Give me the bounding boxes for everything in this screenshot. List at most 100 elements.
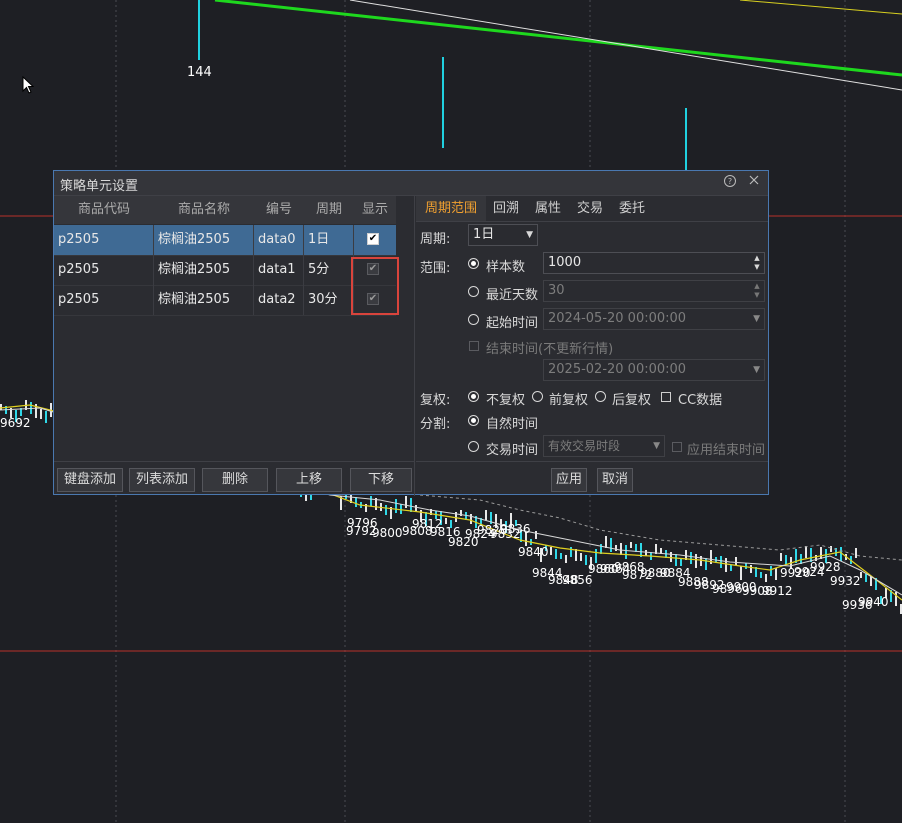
candle <box>45 411 47 423</box>
column-header-period[interactable]: 周期 <box>304 196 354 224</box>
tab-properties[interactable]: 属性 <box>528 196 568 221</box>
no-adjust-radio[interactable] <box>468 391 479 402</box>
tab-backtrack[interactable]: 回溯 <box>486 196 526 221</box>
candle <box>615 545 617 551</box>
keyboard-add-button[interactable]: 键盘添加 <box>57 468 123 492</box>
candle <box>775 568 777 580</box>
recent-days-label: 最近天数 <box>486 288 539 303</box>
cc-data-label: CC数据 <box>678 393 723 408</box>
trading-session-select[interactable]: 有效交易时段 ▼ <box>543 435 665 457</box>
chevron-down-icon: ▼ <box>526 230 533 240</box>
apply-button[interactable]: 应用 <box>551 468 587 492</box>
cell-code: p2505 <box>54 225 154 255</box>
candle <box>355 497 357 507</box>
delete-button[interactable]: 删除 <box>202 468 268 492</box>
candle <box>585 555 587 565</box>
table-row[interactable]: p2505 棕榈油2505 data0 1日 ✔ <box>54 225 396 256</box>
candle <box>620 543 622 555</box>
column-header-name[interactable]: 商品名称 <box>154 196 254 224</box>
candle <box>690 552 692 564</box>
start-time-label: 起始时间 <box>486 316 539 331</box>
start-time-picker[interactable]: 2024-05-20 00:00:00 ▼ <box>543 308 765 330</box>
candle <box>645 550 647 556</box>
tab-order[interactable]: 委托 <box>612 196 652 221</box>
sample-count-value: 1000 <box>548 255 582 270</box>
period-select[interactable]: 1日 ▼ <box>468 224 538 246</box>
candle <box>705 558 707 570</box>
list-add-button[interactable]: 列表添加 <box>129 468 195 492</box>
chevron-down-icon: ▼ <box>753 314 760 324</box>
forward-adjust-radio[interactable] <box>532 391 543 402</box>
candle <box>800 554 802 564</box>
split-label: 分割: <box>420 417 451 432</box>
candle <box>680 558 682 566</box>
trading-time-radio[interactable] <box>468 441 479 452</box>
recent-days-value: 30 <box>548 283 565 298</box>
recent-days-input[interactable]: 30 ▲ ▼ <box>543 280 765 302</box>
candle <box>720 556 722 568</box>
candle <box>445 518 447 524</box>
chart-price-label: 9800 <box>372 526 403 540</box>
table-row[interactable]: p2505 棕榈油2505 data2 30分 ✔ <box>54 285 396 316</box>
close-icon[interactable] <box>746 174 762 190</box>
table-row[interactable]: p2505 棕榈油2505 data1 5分 ✔ <box>54 255 396 286</box>
cc-data-checkbox[interactable] <box>661 392 671 402</box>
chart-price-label: 9932 <box>830 574 861 588</box>
move-up-button[interactable]: 上移 <box>276 468 342 492</box>
candle <box>470 514 472 524</box>
svg-text:?: ? <box>728 177 732 186</box>
candle <box>785 555 787 565</box>
candle <box>780 553 782 561</box>
start-time-value: 2024-05-20 00:00:00 <box>548 311 687 326</box>
candle <box>0 404 2 410</box>
highlight-annotation-box <box>351 257 399 315</box>
column-header-code[interactable]: 商品代码 <box>54 196 154 224</box>
sample-count-radio[interactable] <box>468 258 479 269</box>
candle <box>740 566 742 580</box>
tab-trade[interactable]: 交易 <box>570 196 610 221</box>
recent-days-radio[interactable] <box>468 286 479 297</box>
candle <box>735 557 737 565</box>
cell-period: 1日 <box>304 225 354 255</box>
table-header: 商品代码 商品名称 编号 周期 显示 <box>54 196 396 224</box>
backward-adjust-label: 后复权 <box>612 393 652 408</box>
table-button-bar: 键盘添加 列表添加 删除 上移 下移 <box>54 461 414 497</box>
help-circle-icon[interactable]: ? <box>722 174 738 190</box>
candle <box>855 548 857 558</box>
dialog-title: 策略单元设置 <box>60 179 139 194</box>
column-header-id[interactable]: 编号 <box>254 196 304 224</box>
cell-id: data1 <box>254 255 304 285</box>
tab-period-range[interactable]: 周期范围 <box>416 196 486 221</box>
column-header-show[interactable]: 显示 <box>354 196 396 224</box>
start-time-radio[interactable] <box>468 314 479 325</box>
candle <box>370 496 372 506</box>
candle <box>770 566 772 576</box>
natural-time-radio[interactable] <box>468 415 479 426</box>
spinner-arrows-icon[interactable]: ▲ ▼ <box>753 254 761 272</box>
settings-panel: 周期范围 回溯 属性 交易 委托 周期: 1日 ▼ 范围: 样本数 1000 ▲… <box>416 196 768 496</box>
backward-adjust-radio[interactable] <box>595 391 606 402</box>
cell-id: data0 <box>254 225 304 255</box>
chevron-down-icon: ▼ <box>753 365 760 375</box>
chart-price-label: 9840 <box>518 545 549 559</box>
move-down-button[interactable]: 下移 <box>350 468 412 492</box>
candle <box>725 558 727 572</box>
chart-price-label: 9836 <box>500 522 531 536</box>
spinner-arrows-icon[interactable]: ▲ ▼ <box>753 282 761 300</box>
candle <box>605 536 607 548</box>
candle <box>415 505 417 511</box>
candle <box>565 555 567 563</box>
candle <box>760 572 762 578</box>
chart-price-label: 9928 <box>810 560 841 574</box>
show-checkbox[interactable]: ✔ <box>367 233 379 245</box>
cell-id: data2 <box>254 285 304 315</box>
end-time-picker[interactable]: 2025-02-20 00:00:00 ▼ <box>543 359 765 381</box>
apply-end-time-checkbox <box>672 442 682 452</box>
end-time-value: 2025-02-20 00:00:00 <box>548 362 687 377</box>
cancel-button[interactable]: 取消 <box>597 468 633 492</box>
cell-name: 棕榈油2505 <box>154 255 254 285</box>
candle <box>550 547 552 555</box>
adjust-label: 复权: <box>420 393 451 408</box>
sample-count-input[interactable]: 1000 ▲ ▼ <box>543 252 765 274</box>
candle <box>395 499 397 513</box>
